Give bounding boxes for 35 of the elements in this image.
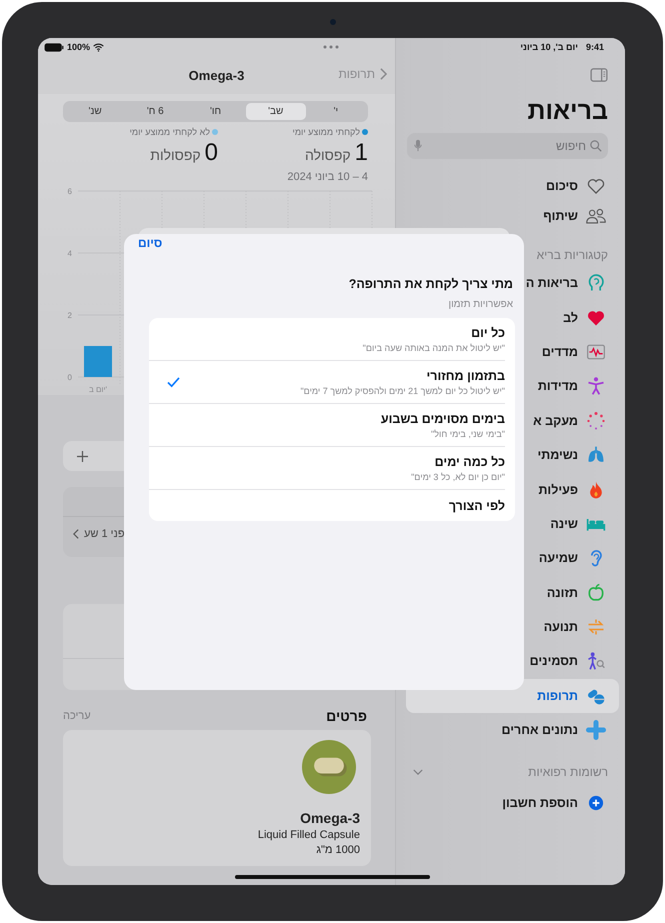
option-title: כל יום bbox=[471, 326, 505, 340]
status-time: 9:41 bbox=[586, 42, 604, 52]
section-header: רשומות רפואיות bbox=[528, 765, 608, 780]
option-title: כל כמה ימים bbox=[434, 454, 505, 468]
section-title: פרטים bbox=[326, 708, 367, 724]
battery-percentage: 100% bbox=[67, 42, 90, 52]
axis-category-label: יום ב' bbox=[88, 385, 108, 394]
option-example: "יום כן יום לא, כל 3 ימים" bbox=[411, 472, 505, 482]
dialog-question: מתי צריך לקחת את התרופה? bbox=[348, 277, 514, 291]
option-title: לפי הצורך bbox=[448, 498, 505, 512]
section-header: אפשרויות תזמון bbox=[447, 299, 514, 310]
axis-tick-label: 4 bbox=[68, 249, 72, 258]
legend-label: לא לקחתי ממוצע יומי bbox=[130, 127, 210, 137]
medication-name: Omega-3 bbox=[300, 810, 360, 826]
app-title: בריאות bbox=[526, 97, 608, 125]
screen-title: Omega-3 bbox=[188, 68, 244, 82]
option-example: "יש ליטול כל יום למשך 21 ימים ולהפסיק למשך 7 ימים" bbox=[300, 386, 505, 396]
dose-unit: קפסולה bbox=[305, 147, 351, 163]
status-date: יום ב', 10 ביוני bbox=[520, 42, 578, 52]
option-title: בתזמון מחזורי bbox=[426, 368, 505, 382]
dose-unit: קפסולות bbox=[150, 147, 201, 163]
log-time: פני 1 שע' bbox=[84, 528, 127, 540]
date-range: 4 – 10 ביוני 2024 bbox=[287, 171, 368, 183]
dose-count: 0 bbox=[204, 139, 218, 167]
axis-tick-label: 0 bbox=[68, 373, 72, 382]
option-title: בימים מסוימים בשבוע bbox=[380, 412, 505, 426]
axis-tick-label: 2 bbox=[68, 311, 72, 320]
medication-strength: 1000 מ"ג bbox=[316, 844, 360, 856]
axis-tick-label: 6 bbox=[68, 187, 72, 196]
option-example: "יש ליטול את המנה באותה שעה ביום" bbox=[362, 342, 505, 352]
legend-label: לקחתי ממוצע יומי bbox=[292, 127, 360, 137]
dose-count: 1 bbox=[354, 139, 368, 167]
section-header: קטגוריות בריא bbox=[536, 248, 608, 264]
medication-form: Liquid Filled Capsule bbox=[258, 829, 360, 841]
option-example: "בימי שני, בימי חול" bbox=[431, 428, 505, 438]
